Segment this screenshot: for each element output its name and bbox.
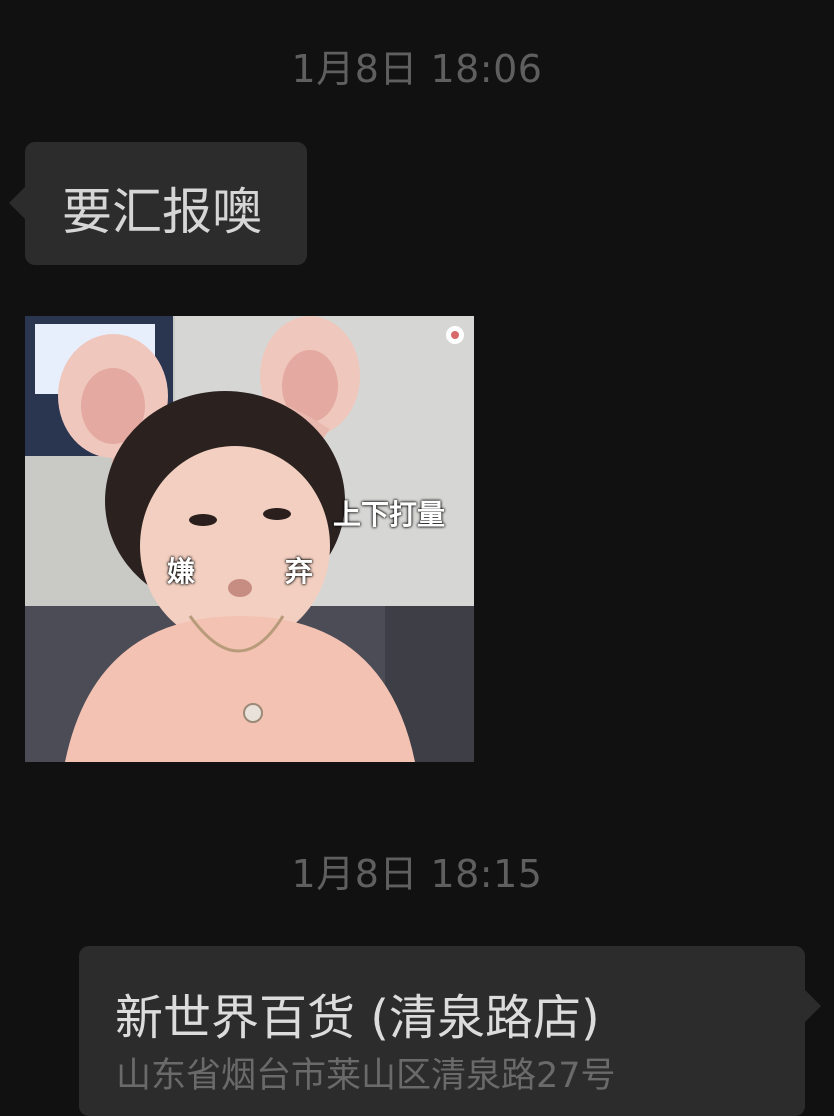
- timestamp: 1月8日 18:06: [291, 47, 543, 91]
- outgoing-location-bubble[interactable]: 新世界百货 (清泉路店) 山东省烟台市莱山区清泉路27号: [79, 946, 821, 1116]
- bubble-tail: [805, 990, 821, 1022]
- sticker-caption: 弃: [285, 555, 314, 588]
- location-address: 山东省烟台市莱山区清泉路27号: [116, 1056, 616, 1096]
- bubble-tail: [9, 187, 25, 219]
- sticker-caption: 上下打量: [333, 498, 446, 531]
- sticker-illustration: [25, 316, 474, 762]
- incoming-message-bubble[interactable]: 要汇报噢: [9, 142, 307, 265]
- sticker-caption: 嫌: [167, 555, 196, 588]
- message-text: 要汇报噢: [62, 183, 262, 241]
- sticker-image[interactable]: 上下打量 嫌 弃: [25, 316, 474, 762]
- location-name: 新世界百货 (清泉路店): [115, 990, 600, 1046]
- timestamp: 1月8日 18:15: [291, 852, 543, 896]
